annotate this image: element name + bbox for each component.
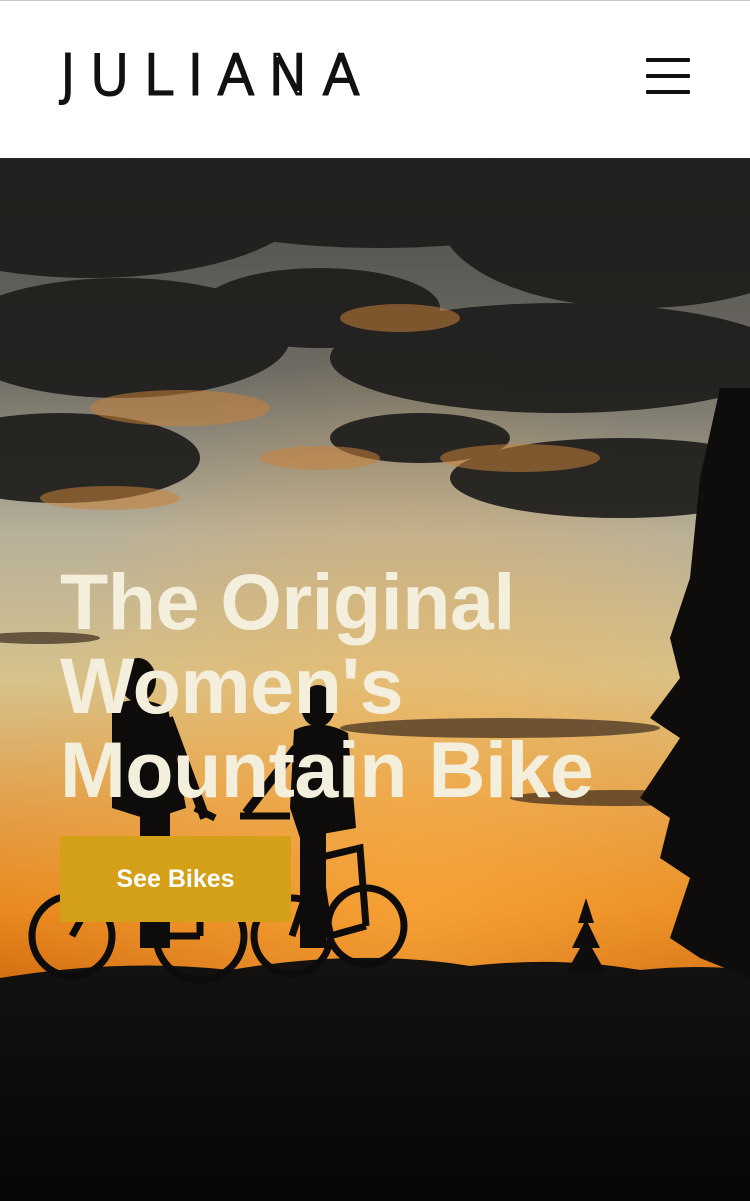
headline-line-2: Women's	[60, 641, 404, 730]
headline-line-1: The Original	[60, 557, 515, 646]
hero-headline: The Original Women's Mountain Bike	[60, 560, 700, 812]
menu-bar-middle	[646, 74, 690, 78]
site-header: JULIANA	[0, 0, 750, 158]
juliana-logo[interactable]: JULIANA	[59, 41, 374, 111]
menu-bar-bottom	[646, 90, 690, 94]
headline-line-3: Mountain Bike	[60, 725, 594, 814]
page: JULIANA The Original Women's Mountain Bi…	[0, 0, 750, 1201]
see-bikes-button[interactable]: See Bikes	[60, 836, 291, 922]
hamburger-menu-icon[interactable]	[640, 53, 694, 99]
menu-bar-top	[646, 58, 690, 62]
hero-section: The Original Women's Mountain Bike See B…	[0, 158, 750, 1201]
